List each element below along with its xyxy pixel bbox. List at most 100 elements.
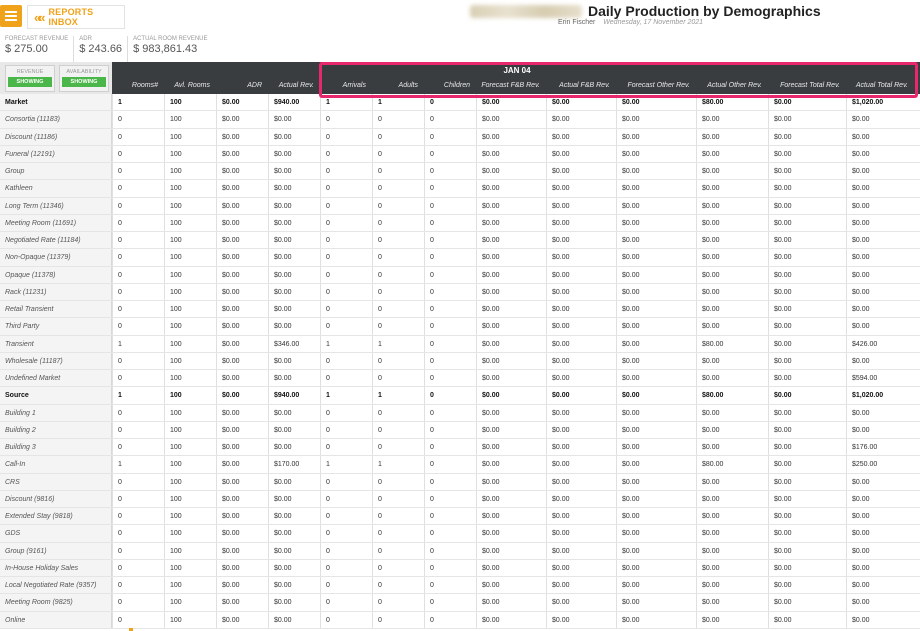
row-label: Negotiated Rate (11184) bbox=[0, 232, 112, 249]
table-cell: $0.00 bbox=[696, 111, 768, 128]
column-header[interactable]: Actual Total Rev. bbox=[846, 82, 908, 89]
table-cell: $0.00 bbox=[216, 128, 268, 145]
column-header[interactable]: Actual Other Rev. bbox=[696, 82, 762, 89]
table-cell: $0.00 bbox=[696, 508, 768, 525]
column-header[interactable]: Arrivals bbox=[320, 82, 366, 89]
table-cell: 0 bbox=[424, 283, 476, 300]
column-header[interactable]: Avl. Rooms bbox=[164, 82, 210, 89]
column-header[interactable]: Actual Rev. bbox=[268, 82, 314, 89]
table-cell: $940.00 bbox=[268, 94, 320, 111]
availability-toggle[interactable]: AVAILABILITY SHOWING bbox=[59, 65, 109, 92]
table-cell: $0.00 bbox=[216, 559, 268, 576]
table-cell: $0.00 bbox=[768, 197, 846, 214]
column-header[interactable]: Forecast F&B Rev. bbox=[476, 82, 540, 89]
table-cell: $0.00 bbox=[546, 94, 616, 111]
table-cell: 0 bbox=[424, 594, 476, 611]
table-cell: 0 bbox=[424, 94, 476, 111]
table-cell: 0 bbox=[372, 111, 424, 128]
table-cell: $0.00 bbox=[616, 180, 696, 197]
column-header[interactable]: Adults bbox=[372, 82, 418, 89]
row-label: Local Negotiated Rate (9357) bbox=[0, 577, 112, 594]
table-cell: $250.00 bbox=[846, 456, 914, 473]
table-cell: 100 bbox=[164, 232, 216, 249]
table-cell: $0.00 bbox=[546, 421, 616, 438]
table-cell: $0.00 bbox=[616, 594, 696, 611]
table-cell: $0.00 bbox=[616, 232, 696, 249]
table-row: Online 0 100 $0.00 $0.00 0 0 0 $0.00 $0.00 $0.00 $0… bbox=[0, 611, 920, 629]
column-header[interactable]: Rooms# bbox=[112, 82, 158, 89]
table-cell: $0.00 bbox=[616, 525, 696, 542]
table-cell: $0.00 bbox=[616, 439, 696, 456]
row-label: Building 1 bbox=[0, 404, 112, 421]
table-cell: $0.00 bbox=[476, 128, 546, 145]
row-label: Group (9161) bbox=[0, 542, 112, 559]
row-label: Discount (11186) bbox=[0, 128, 112, 145]
table-cell: $0.00 bbox=[616, 128, 696, 145]
table-cell: $0.00 bbox=[268, 249, 320, 266]
table-cell: $0.00 bbox=[696, 232, 768, 249]
table-cell: $0.00 bbox=[216, 542, 268, 559]
table-cell: $0.00 bbox=[546, 301, 616, 318]
table-cell: $0.00 bbox=[476, 559, 546, 576]
table-cell: $0.00 bbox=[696, 542, 768, 559]
row-label: GDS bbox=[0, 525, 112, 542]
table-row: Market 1 100 $0.00 $940.00 1 1 0 $0.00 $0.00 $0.00… bbox=[0, 94, 920, 112]
column-header[interactable]: Forecast Other Rev. bbox=[616, 82, 690, 89]
table-cell: $0.00 bbox=[846, 577, 914, 594]
table-cell: $0.00 bbox=[268, 197, 320, 214]
table-cell: 0 bbox=[320, 301, 372, 318]
row-label: Meeting Room (9825) bbox=[0, 594, 112, 611]
table-cell: 0 bbox=[372, 559, 424, 576]
reports-inbox-button[interactable]: «« REPORTS INBOX bbox=[27, 5, 125, 29]
table-cell: 100 bbox=[164, 318, 216, 335]
table-cell: $0.00 bbox=[216, 249, 268, 266]
row-label: Long Term (11346) bbox=[0, 197, 112, 214]
table-cell: $0.00 bbox=[768, 490, 846, 507]
table-row: Building 2 0 100 $0.00 $0.00 0 0 0 $0.00 $0.00 $0.… bbox=[0, 421, 920, 439]
table-cell: $0.00 bbox=[768, 611, 846, 628]
table-cell: $0.00 bbox=[546, 508, 616, 525]
table-row: Funeral (12191) 0 100 $0.00 $0.00 0 0 0 $0.00 $0.… bbox=[0, 145, 920, 163]
column-header[interactable]: Actual F&B Rev. bbox=[546, 82, 610, 89]
kpi-label: ACTUAL ROOM REVENUE bbox=[133, 36, 208, 42]
table-cell: 0 bbox=[372, 594, 424, 611]
table-cell: $0.00 bbox=[216, 352, 268, 369]
table-cell: $80.00 bbox=[696, 94, 768, 111]
table-cell: 0 bbox=[320, 542, 372, 559]
table-cell: $0.00 bbox=[546, 266, 616, 283]
user-name: Erin Fischer bbox=[558, 19, 596, 26]
table-cell: 0 bbox=[320, 490, 372, 507]
table-row: Meeting Room (11691) 0 100 $0.00 $0.00 0 0 0 $0.… bbox=[0, 214, 920, 232]
revenue-toggle[interactable]: REVENUE SHOWING bbox=[5, 65, 55, 92]
table-cell: $0.00 bbox=[768, 249, 846, 266]
column-header[interactable]: ADR bbox=[216, 82, 262, 89]
reports-inbox-label: REPORTS INBOX bbox=[48, 7, 94, 27]
table-cell: $0.00 bbox=[846, 180, 914, 197]
table-cell: $0.00 bbox=[768, 214, 846, 231]
table-row: CRS 0 100 $0.00 $0.00 0 0 0 $0.00 $0.00 $0.00 $0.00… bbox=[0, 473, 920, 491]
table-cell: $0.00 bbox=[268, 128, 320, 145]
table-cell: $0.00 bbox=[216, 421, 268, 438]
table-cell: $0.00 bbox=[616, 214, 696, 231]
table-cell: 100 bbox=[164, 180, 216, 197]
table-cell: $0.00 bbox=[476, 387, 546, 404]
table-cell: 100 bbox=[164, 508, 216, 525]
table-cell: 0 bbox=[320, 473, 372, 490]
row-label: Transient bbox=[0, 335, 112, 352]
table-cell: 0 bbox=[424, 180, 476, 197]
table-cell: 0 bbox=[372, 145, 424, 162]
table-cell: 0 bbox=[320, 111, 372, 128]
table-cell: $0.00 bbox=[546, 473, 616, 490]
table-cell: 1 bbox=[320, 456, 372, 473]
column-header[interactable]: Forecast Total Rev. bbox=[768, 82, 840, 89]
table-cell: 0 bbox=[424, 525, 476, 542]
table-cell: 0 bbox=[320, 594, 372, 611]
table-cell: $0.00 bbox=[616, 508, 696, 525]
table-cell: $0.00 bbox=[268, 421, 320, 438]
hamburger-menu-icon[interactable] bbox=[0, 5, 22, 27]
row-label: Group bbox=[0, 163, 112, 180]
table-cell: 0 bbox=[424, 335, 476, 352]
table-cell: $0.00 bbox=[616, 577, 696, 594]
column-header[interactable]: Children bbox=[424, 82, 470, 89]
table-cell: 0 bbox=[372, 232, 424, 249]
